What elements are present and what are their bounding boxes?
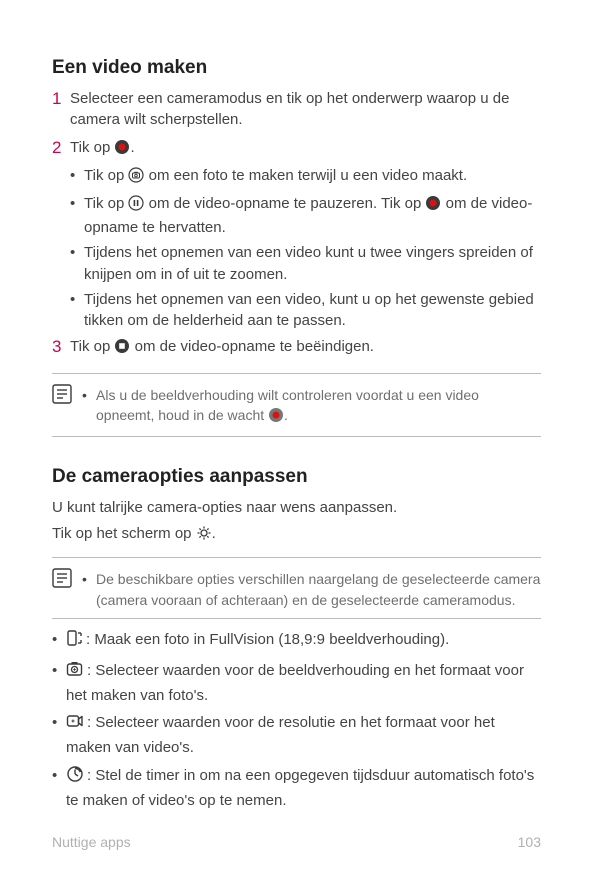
capture-icon (128, 167, 144, 190)
list-item: Tik op om de video-opname te pauzeren. T… (70, 193, 541, 240)
list-item: Tijdens het opnemen van een video kunt u… (70, 242, 541, 286)
lead-text-1: U kunt talrijke camera-opties naar wens … (52, 497, 541, 519)
pause-icon (128, 195, 144, 218)
list-item: : Stel de timer in om na een opgegeven t… (52, 765, 541, 812)
step-number: 3 (52, 336, 70, 358)
step-1: 1 Selecteer een cameramodus en tik op he… (52, 88, 541, 134)
note-icon (52, 566, 82, 595)
note-icon (52, 382, 82, 411)
step-2-bullets: Tik op om een foto te maken terwijl u ee… (70, 165, 541, 332)
lead-text-2: Tik op het scherm op . (52, 523, 541, 548)
photo-size-icon (66, 660, 84, 685)
step-3-text: Tik op om de video-opname te beëindigen. (70, 336, 541, 361)
note-box-1: Als u de beeldverhouding wilt controlere… (52, 373, 541, 438)
step-3: 3 Tik op om de video-opname te beëindige… (52, 336, 541, 363)
stop-icon (114, 338, 130, 361)
gear-icon (196, 525, 212, 548)
footer-section: Nuttige apps (52, 832, 131, 852)
step-number: 1 (52, 88, 70, 110)
record-icon (425, 195, 441, 218)
step-number: 2 (52, 137, 70, 159)
list-item: Tijdens het opnemen van een video, kunt … (70, 289, 541, 333)
step-1-text: Selecteer een cameramodus en tik op het … (70, 88, 541, 132)
list-item: : Selecteer waarden voor de resolutie en… (52, 712, 541, 759)
option-list: : Maak een foto in FullVision (18,9:9 be… (52, 629, 541, 811)
note-text: Als u de beeldverhouding wilt controlere… (82, 385, 541, 429)
page-content: Een video maken 1 Selecteer een cameramo… (0, 0, 591, 811)
list-item: : Maak een foto in FullVision (18,9:9 be… (52, 629, 541, 654)
note-box-2: De beschikbare opties verschillen naarge… (52, 557, 541, 619)
timer-icon (66, 765, 84, 790)
video-size-icon (66, 712, 84, 737)
heading-video: Een video maken (52, 54, 541, 82)
record-icon (114, 139, 130, 162)
footer-page-number: 103 (518, 832, 541, 852)
step-2: 2 Tik op . Tik op om een foto te maken t… (52, 137, 541, 332)
list-item: : Selecteer waarden voor de beeldverhoud… (52, 660, 541, 707)
note-text: De beschikbare opties verschillen naarge… (82, 569, 541, 610)
page-footer: Nuttige apps 103 (52, 832, 541, 852)
step-2-text: Tik op . (70, 137, 541, 162)
list-item: Tik op om een foto te maken terwijl u ee… (70, 165, 541, 190)
record-icon (268, 407, 284, 428)
heading-options: De cameraopties aanpassen (52, 463, 541, 491)
fullvision-icon (66, 629, 83, 654)
